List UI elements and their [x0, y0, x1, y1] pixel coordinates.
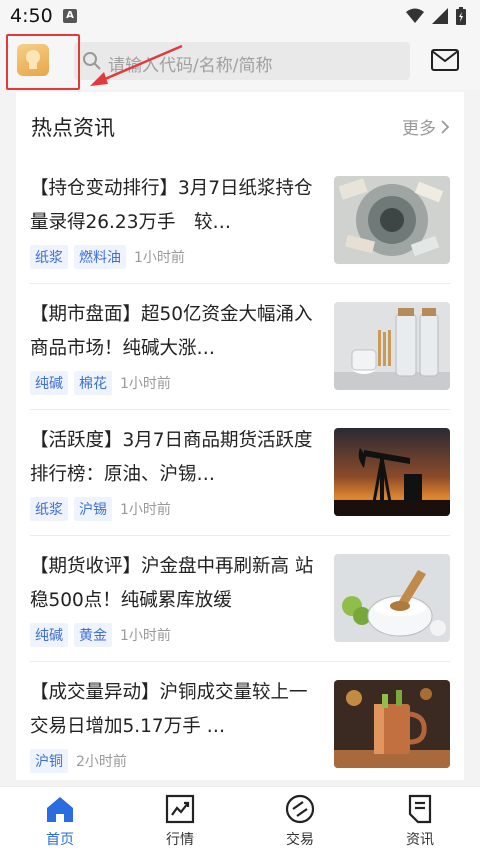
battery-icon	[456, 7, 466, 25]
nav-home[interactable]: 首页	[0, 787, 120, 853]
news-tag[interactable]: 纸浆	[30, 245, 68, 269]
news-tag[interactable]: 燃料油	[74, 245, 126, 269]
news-tags: 纸浆 燃料油 1小时前	[30, 245, 185, 269]
mail-icon[interactable]	[431, 49, 459, 71]
news-tags: 沪铜 2小时前	[30, 749, 127, 773]
news-thumbnail	[334, 680, 450, 768]
wifi-icon	[406, 8, 424, 23]
news-title: 【期货收评】沪金盘中再刷新高 站稳500点！纯碱累库放缓	[30, 556, 314, 611]
signal-icon	[432, 8, 448, 24]
paper-stack-image	[334, 176, 450, 264]
news-time: 1小时前	[120, 628, 171, 644]
card-header: 热点资讯 更多	[16, 92, 464, 158]
nav-label: 行情	[166, 832, 194, 848]
nav-market[interactable]: 行情	[120, 787, 240, 853]
nav-trade[interactable]: 交易	[240, 787, 360, 853]
news-thumbnail	[334, 554, 450, 642]
news-tags: 纯碱 黄金 1小时前	[30, 623, 171, 647]
news-tag[interactable]: 棉花	[74, 371, 112, 395]
news-title: 【活跃度】3月7日商品期货活跃度排行榜：原油、沪锡…	[30, 430, 313, 485]
news-time: 1小时前	[120, 376, 171, 392]
news-tag[interactable]: 纸浆	[30, 497, 68, 521]
news-title: 【持仓变动排行】3月7日纸浆持仓量录得26.23万手 较…	[30, 178, 313, 233]
chart-icon	[165, 794, 195, 824]
user-icon	[26, 50, 40, 69]
nav-news[interactable]: 资讯	[360, 787, 480, 853]
news-item[interactable]: 【成交量异动】沪铜成交量较上一交易日增加5.17万手 … 沪铜 2小时前	[16, 662, 464, 780]
news-tag[interactable]: 纯碱	[30, 623, 68, 647]
nav-label: 资讯	[406, 832, 434, 848]
news-tag[interactable]: 黄金	[74, 623, 112, 647]
news-tag[interactable]: 沪锡	[74, 497, 112, 521]
news-item[interactable]: 【期市盘面】超50亿资金大幅涌入商品市场！纯碱大涨… 纯碱 棉花 1小时前	[16, 284, 464, 410]
more-link[interactable]: 更多	[402, 114, 450, 139]
oil-pump-image	[334, 428, 450, 516]
salt-jar-image	[334, 554, 450, 642]
trade-icon	[285, 794, 315, 824]
section-title: 热点资讯	[31, 116, 115, 140]
news-time: 2小时前	[76, 754, 127, 770]
avatar[interactable]	[17, 44, 49, 76]
home-icon	[47, 797, 73, 822]
news-time: 1小时前	[134, 250, 185, 266]
news-tag[interactable]: 纯碱	[30, 371, 68, 395]
news-title: 【成交量异动】沪铜成交量较上一交易日增加5.17万手 …	[30, 682, 308, 737]
jars-image	[334, 302, 450, 390]
notification-icon: A	[63, 9, 77, 23]
system-icons	[406, 7, 466, 25]
news-thumbnail	[334, 302, 450, 390]
news-card: 热点资讯 更多 【持仓变动排行】3月7日纸浆持仓量录得26.23万手 较… 纸浆…	[16, 92, 464, 780]
news-tags: 纸浆 沪锡 1小时前	[30, 497, 171, 521]
bottom-nav: 首页 行情 交易 资讯	[0, 786, 480, 853]
news-thumbnail	[334, 428, 450, 516]
app-header: 请输入代码/名称/简称	[0, 34, 480, 90]
news-icon	[408, 794, 432, 824]
news-tag[interactable]: 沪铜	[30, 749, 68, 773]
more-label: 更多	[402, 119, 436, 139]
status-bar: 4:50 A	[0, 0, 480, 34]
news-thumbnail	[334, 176, 450, 264]
news-item[interactable]: 【期货收评】沪金盘中再刷新高 站稳500点！纯碱累库放缓 纯碱 黄金 1小时前	[16, 536, 464, 662]
chevron-right-icon	[441, 119, 450, 134]
news-item[interactable]: 【持仓变动排行】3月7日纸浆持仓量录得26.23万手 较… 纸浆 燃料油 1小时…	[16, 158, 464, 284]
status-time: 4:50	[10, 5, 53, 27]
news-item[interactable]: 【活跃度】3月7日商品期货活跃度排行榜：原油、沪锡… 纸浆 沪锡 1小时前	[16, 410, 464, 536]
news-title: 【期市盘面】超50亿资金大幅涌入商品市场！纯碱大涨…	[30, 304, 313, 359]
news-time: 1小时前	[120, 502, 171, 518]
annotation-arrow	[90, 44, 183, 86]
copper-mug-image	[334, 680, 450, 768]
news-tags: 纯碱 棉花 1小时前	[30, 371, 171, 395]
nav-label: 交易	[286, 832, 314, 848]
nav-label: 首页	[46, 832, 74, 848]
